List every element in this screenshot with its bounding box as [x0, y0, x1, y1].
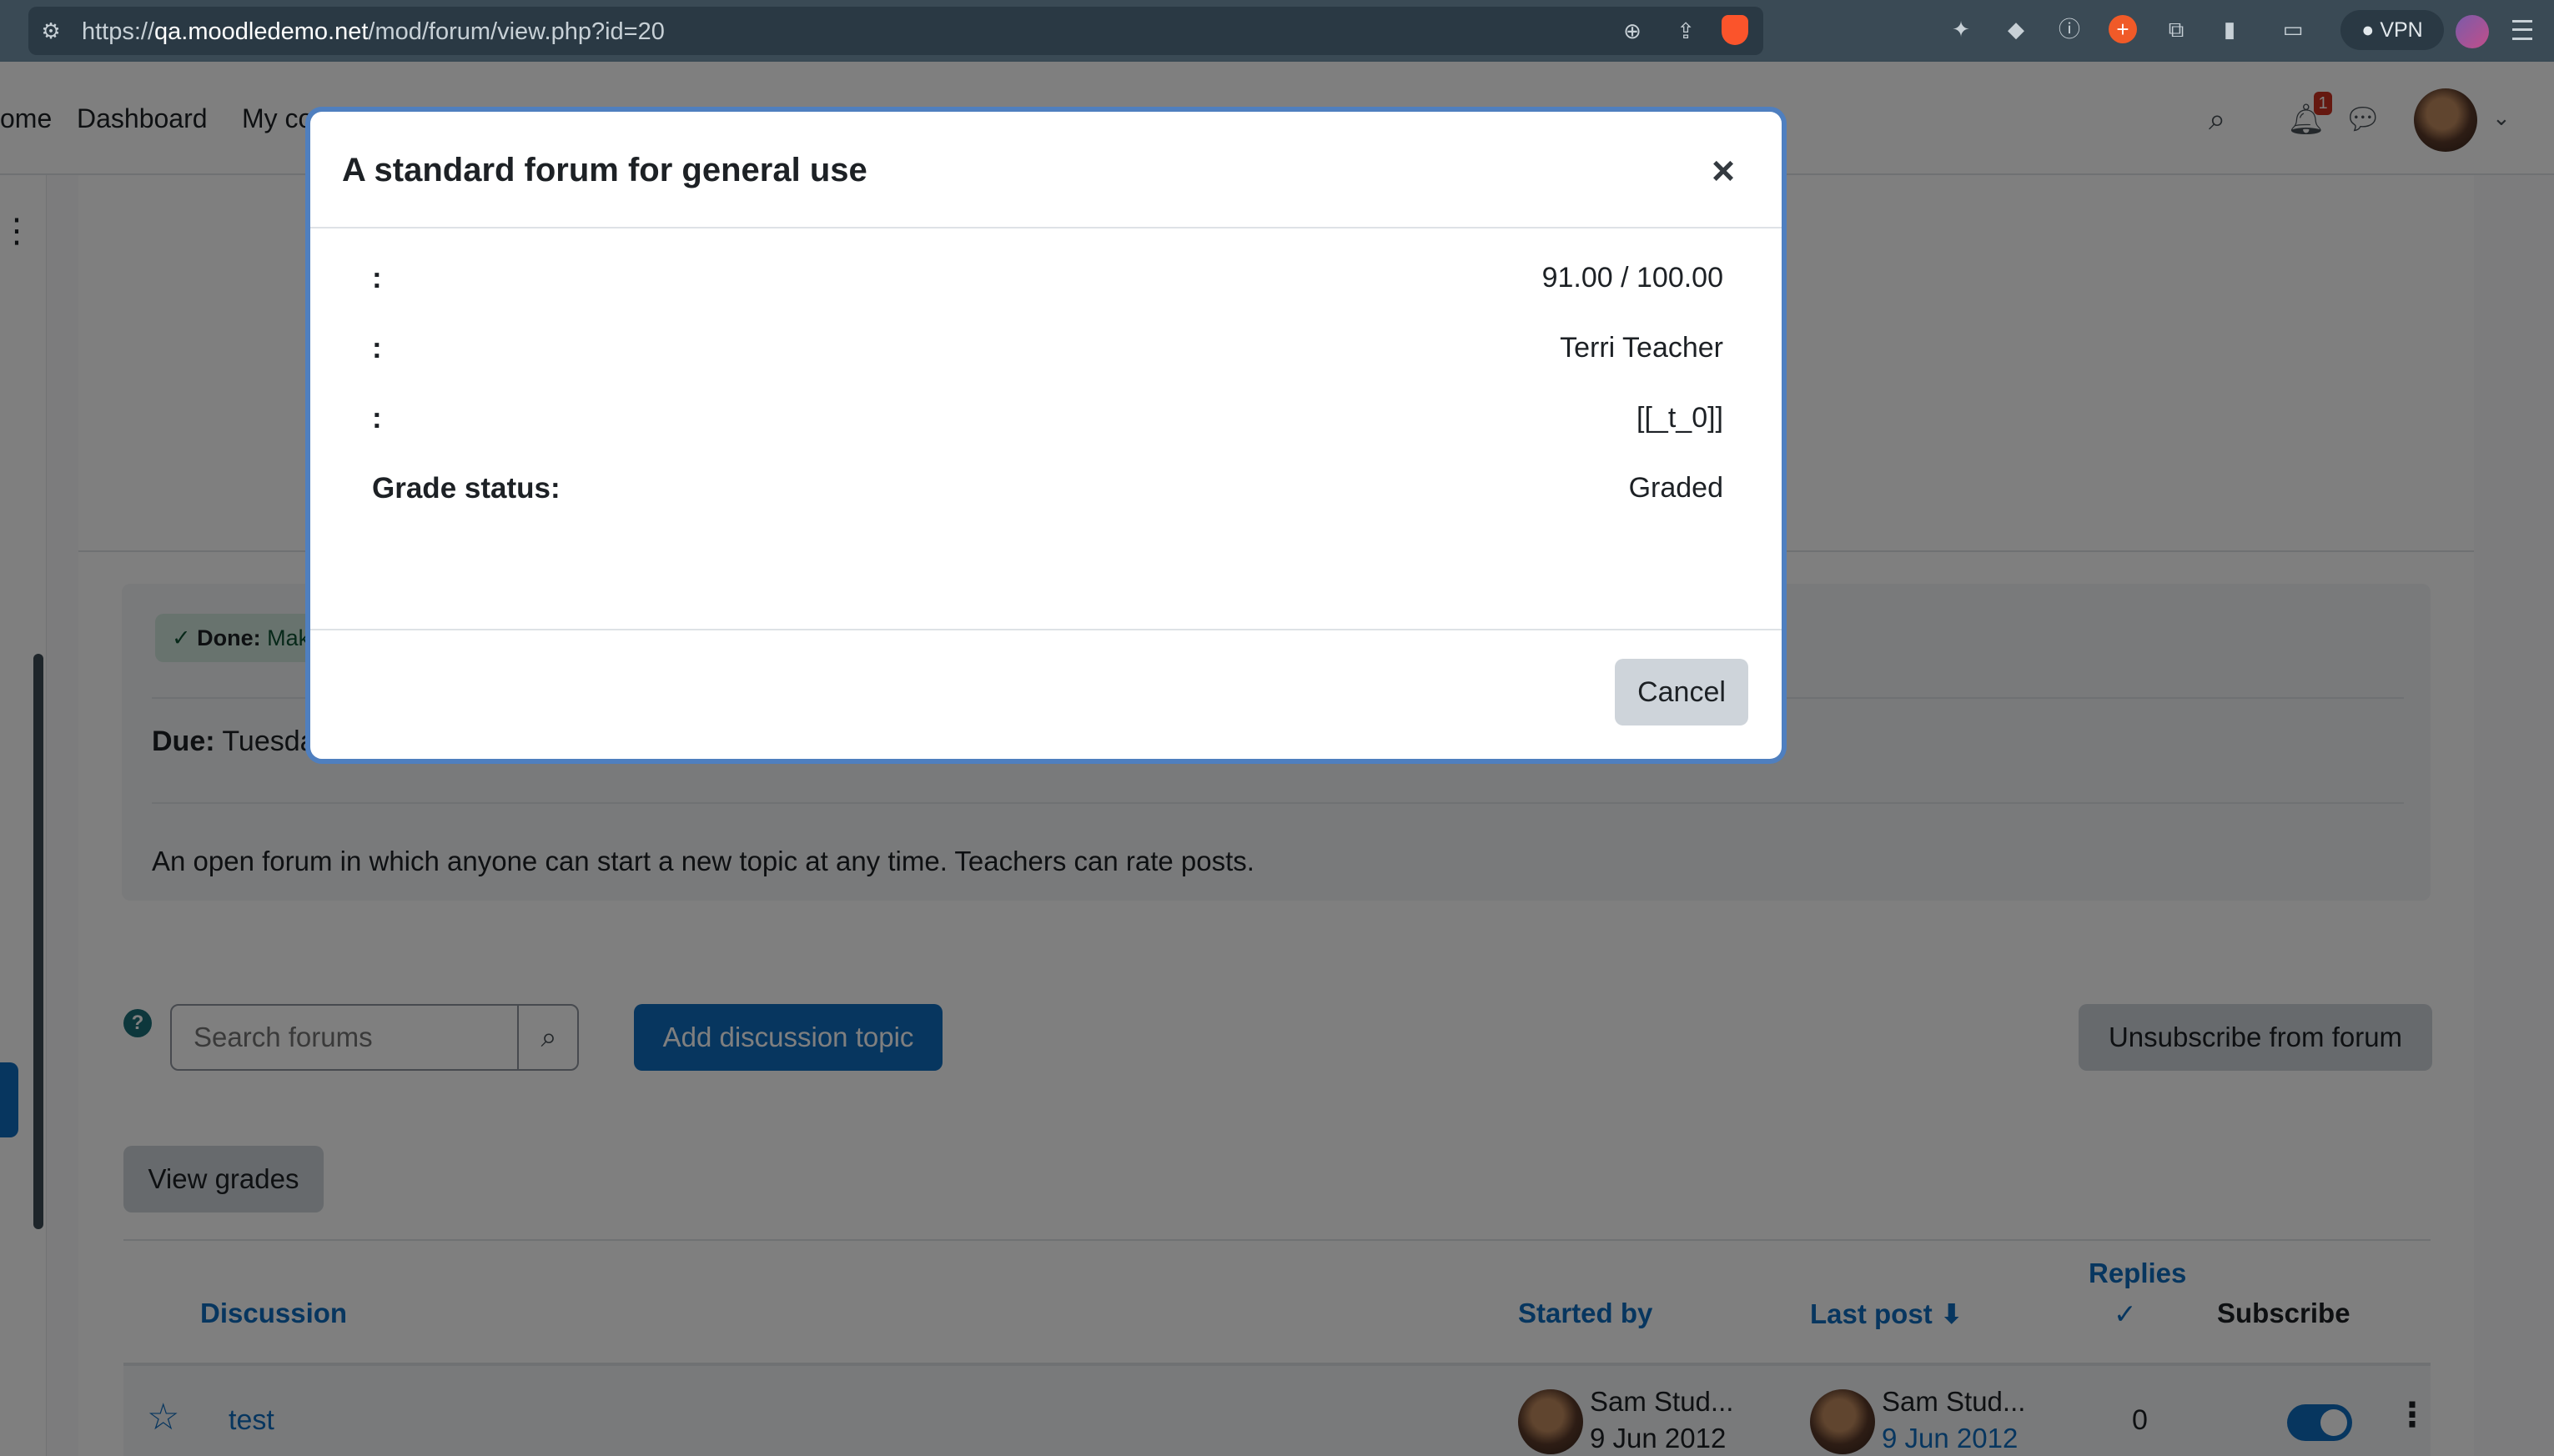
wallet-icon[interactable]: ▭	[2279, 15, 2307, 43]
url-path: /mod/forum/view.php?id=20	[368, 18, 665, 45]
browser-menu-icon[interactable]	[2512, 20, 2532, 40]
extension-gem-icon[interactable]: ◆	[2002, 15, 2030, 43]
site-settings-icon[interactable]: ⚙	[37, 17, 65, 45]
url-text[interactable]: https://qa.moodledemo.net/mod/forum/view…	[82, 18, 665, 46]
close-icon[interactable]: ×	[1712, 148, 1735, 194]
share-icon[interactable]: ⇪	[1672, 17, 1700, 45]
address-bar[interactable]: ⚙ https://qa.moodledemo.net/mod/forum/vi…	[28, 7, 1763, 55]
detail-label: :	[372, 402, 382, 434]
modal-header: A standard forum for general use ×	[310, 112, 1782, 228]
extension-rainbow-icon[interactable]: ✦	[1947, 15, 1975, 43]
extensions-puzzle-icon[interactable]: ⧉	[2162, 15, 2190, 43]
vpn-label: VPN	[2380, 18, 2423, 42]
password-manager-icon[interactable]: ⓘ	[2055, 15, 2084, 43]
cancel-button[interactable]: Cancel	[1615, 659, 1748, 725]
modal-title: A standard forum for general use	[342, 152, 867, 188]
grade-details-modal: A standard forum for general use × : 91.…	[310, 112, 1782, 759]
detail-value: 91.00 / 100.00	[1541, 262, 1723, 294]
brave-shield-icon[interactable]	[1722, 15, 1748, 45]
browser-toolbar: ⚙ https://qa.moodledemo.net/mod/forum/vi…	[0, 0, 2554, 62]
detail-value: Terri Teacher	[1560, 332, 1723, 364]
vpn-status-icon: ●	[2361, 18, 2381, 42]
grade-status-value: Graded	[1628, 472, 1723, 504]
zoom-icon[interactable]: ⊕	[1618, 17, 1647, 45]
url-prefix: https://	[82, 18, 155, 45]
vpn-button[interactable]: ● VPN	[2340, 10, 2444, 50]
extension-plus-icon[interactable]: +	[2109, 15, 2137, 43]
grade-status-label: Grade status:	[372, 472, 561, 505]
detail-label: :	[372, 262, 382, 294]
detail-value: [[_t_0]]	[1636, 402, 1723, 434]
sidebar-toggle-icon[interactable]: ▮	[2215, 15, 2244, 43]
modal-footer: Cancel	[310, 629, 1782, 759]
detail-label: :	[372, 332, 382, 364]
url-host: qa.moodledemo.net	[154, 18, 369, 45]
profile-flag-icon[interactable]	[2456, 15, 2489, 48]
